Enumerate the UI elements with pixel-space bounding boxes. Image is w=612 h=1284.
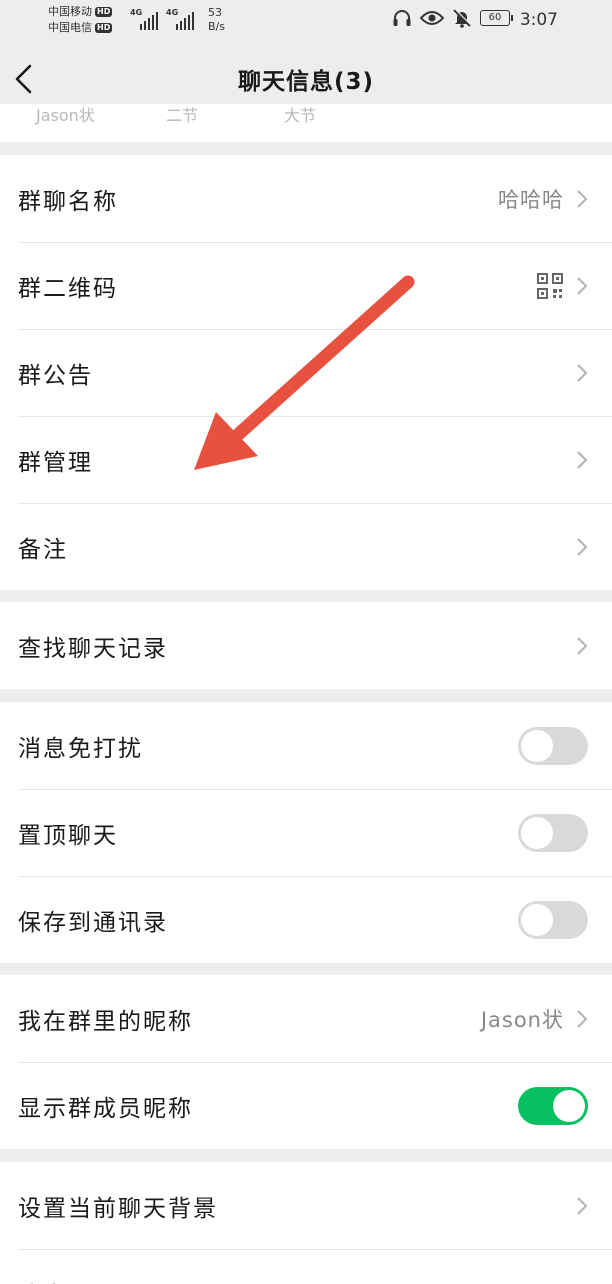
row-my-group-nickname[interactable]: 我在群里的昵称 Jason状 bbox=[0, 975, 612, 1062]
row-save-to-contacts: 保存到通讯录 bbox=[0, 876, 612, 963]
save-contacts-toggle[interactable] bbox=[518, 900, 588, 939]
chevron-right-icon bbox=[577, 636, 588, 655]
eye-icon bbox=[420, 11, 444, 25]
chevron-right-icon bbox=[577, 1196, 588, 1215]
member-name[interactable]: Jason状 bbox=[36, 104, 95, 126]
hd-badge: HD bbox=[95, 23, 113, 33]
row-label: 群管理 bbox=[18, 449, 93, 476]
search-section: 查找聊天记录 bbox=[0, 602, 612, 689]
row-group-management[interactable]: 群管理 bbox=[0, 416, 612, 503]
chevron-right-icon bbox=[577, 537, 588, 556]
chevron-right-icon bbox=[577, 189, 588, 208]
nickname-section: 我在群里的昵称 Jason状 显示群成员昵称 bbox=[0, 975, 612, 1149]
row-group-name[interactable]: 群聊名称 哈哈哈 bbox=[0, 155, 612, 242]
background-section: 设置当前聊天背景 清空聊天记录 bbox=[0, 1162, 612, 1284]
row-sticky-on-top: 置顶聊天 bbox=[0, 789, 612, 876]
row-label: 清空聊天记录 bbox=[18, 1276, 576, 1284]
row-label: 设置当前聊天背景 bbox=[18, 1195, 218, 1222]
qr-code-icon bbox=[537, 272, 563, 299]
member-name[interactable]: 二节 bbox=[166, 104, 198, 126]
signal-strength-icon: 4G bbox=[166, 8, 196, 30]
chevron-right-icon bbox=[577, 1009, 588, 1028]
row-mute-notifications: 消息免打扰 bbox=[0, 702, 612, 789]
carrier-1: 中国移动 bbox=[48, 5, 92, 18]
show-nicknames-toggle[interactable] bbox=[518, 1086, 588, 1125]
row-label: 备注 bbox=[18, 536, 68, 563]
row-group-announcement[interactable]: 群公告 bbox=[0, 329, 612, 416]
row-group-qr-code[interactable]: 群二维码 bbox=[0, 242, 612, 329]
headphones-icon bbox=[393, 10, 411, 26]
carrier-2: 中国电信 bbox=[48, 21, 92, 34]
row-label: 群聊名称 bbox=[18, 188, 118, 215]
hd-badge: HD bbox=[95, 7, 113, 17]
sticky-toggle[interactable] bbox=[518, 813, 588, 852]
row-label: 我在群里的昵称 bbox=[18, 1008, 193, 1035]
chevron-right-icon bbox=[577, 276, 588, 295]
row-label: 群二维码 bbox=[18, 275, 118, 302]
signal-strength-icon: 4G bbox=[130, 8, 160, 30]
row-label: 消息免打扰 bbox=[18, 735, 143, 762]
row-label: 显示群成员昵称 bbox=[18, 1095, 193, 1122]
row-show-member-nicknames: 显示群成员昵称 bbox=[0, 1062, 612, 1149]
row-label: 置顶聊天 bbox=[18, 822, 118, 849]
clock: 3:07 bbox=[519, 10, 558, 30]
mute-toggle[interactable] bbox=[518, 726, 588, 765]
row-search-chat-history[interactable]: 查找聊天记录 bbox=[0, 602, 612, 689]
toggle-section: 消息免打扰 置顶聊天 保存到通讯录 bbox=[0, 702, 612, 963]
page-title: 聊天信息(3) bbox=[237, 69, 375, 95]
network-speed: 53 B/s bbox=[208, 6, 225, 33]
carrier-info: 中国移动 HD 中国电信 HD bbox=[48, 4, 113, 36]
battery-icon: 60 bbox=[480, 10, 513, 26]
row-remark[interactable]: 备注 bbox=[0, 503, 612, 590]
member-list-partial: Jason状 二节 大节 bbox=[0, 104, 612, 142]
chevron-right-icon bbox=[577, 363, 588, 382]
group-info-section: 群聊名称 哈哈哈 群二维码 群公告 群管理 备注 bbox=[0, 155, 612, 590]
row-label: 查找聊天记录 bbox=[18, 635, 168, 662]
nickname-value: Jason状 bbox=[480, 1007, 564, 1032]
row-set-chat-background[interactable]: 设置当前聊天背景 bbox=[0, 1162, 612, 1249]
member-name[interactable]: 大节 bbox=[284, 104, 316, 126]
group-name-value: 哈哈哈 bbox=[498, 187, 564, 212]
chevron-right-icon bbox=[577, 450, 588, 469]
row-label: 保存到通讯录 bbox=[18, 909, 168, 936]
status-bar: 中国移动 HD 中国电信 HD 4G 4G 53 B/s 60 3:07 bbox=[0, 0, 612, 40]
mute-bell-icon bbox=[453, 8, 472, 28]
row-clear-chat-history[interactable]: 清空聊天记录 bbox=[0, 1249, 612, 1284]
chat-info-page: 中国移动 HD 中国电信 HD 4G 4G 53 B/s 60 3:07 聊天信… bbox=[0, 0, 612, 1284]
row-label: 群公告 bbox=[18, 362, 93, 389]
